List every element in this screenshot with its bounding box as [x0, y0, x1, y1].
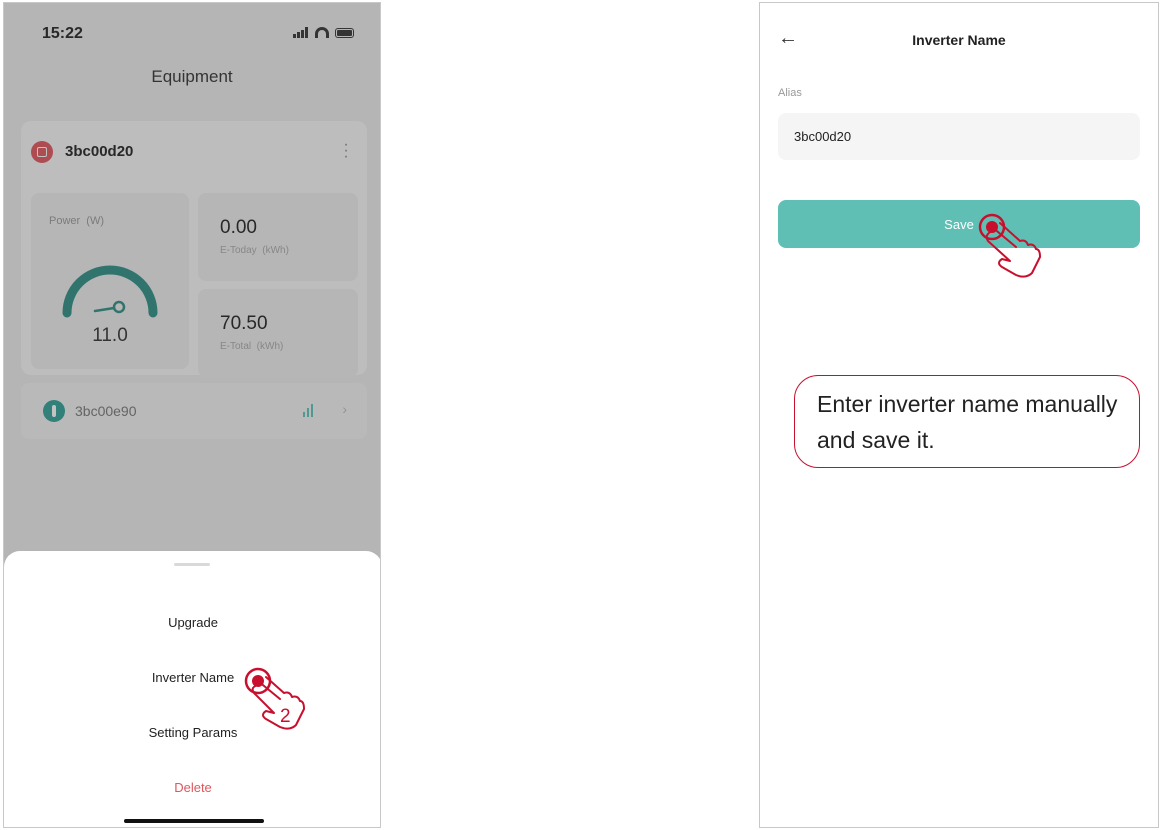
alias-input[interactable] — [778, 113, 1140, 160]
instruction-callout: Enter inverter name manually and save it… — [794, 375, 1140, 468]
step-number: 2 — [280, 706, 291, 727]
menu-inverter-name[interactable]: Inverter Name — [4, 670, 380, 685]
equipment-screen: 15:22 Equipment 3bc00d20 · · · Power (W) 1… — [3, 2, 381, 828]
page-title: Inverter Name — [912, 32, 1006, 48]
menu-setting-params[interactable]: Setting Params — [4, 725, 380, 740]
menu-upgrade[interactable]: Upgrade — [4, 615, 380, 630]
menu-delete[interactable]: Delete — [4, 780, 380, 795]
alias-label: Alias — [778, 87, 802, 99]
action-sheet: Upgrade Inverter Name Setting Params Del… — [4, 551, 380, 827]
inverter-name-screen: ← Inverter Name Alias Save Enter inverte… — [759, 2, 1159, 828]
save-button[interactable]: Save — [778, 200, 1140, 248]
home-indicator — [124, 819, 264, 823]
tap-hand-icon — [978, 213, 1041, 278]
tap-hand-icon — [244, 667, 305, 730]
sheet-handle[interactable] — [174, 563, 210, 566]
